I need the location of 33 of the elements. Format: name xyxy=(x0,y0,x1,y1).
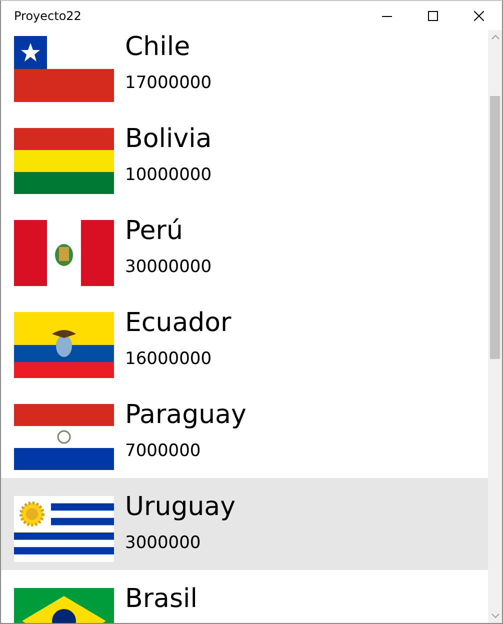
scroll-down-icon[interactable] xyxy=(490,613,500,619)
country-name: Perú xyxy=(125,215,184,248)
flag-icon xyxy=(14,312,114,378)
scrollbar-thumb[interactable] xyxy=(490,96,500,359)
population: 10000000 xyxy=(125,164,212,186)
scroll-up-icon[interactable] xyxy=(490,34,500,40)
country-name: Ecuador xyxy=(125,307,232,340)
country-name: Chile xyxy=(125,31,192,64)
population: 30000000 xyxy=(125,256,212,278)
population: 16000000 xyxy=(125,348,213,370)
window-title: Proyecto22 xyxy=(13,8,82,22)
country-name: Brasil xyxy=(125,583,198,616)
list-item[interactable]: Brasil xyxy=(1,570,488,623)
country-name: Paraguay xyxy=(125,399,246,432)
list-item[interactable]: Chile 17000000 xyxy=(1,30,488,110)
close-icon xyxy=(474,10,484,20)
list-item[interactable]: Bolivia 10000000 xyxy=(1,110,488,202)
list-item[interactable]: Uruguay 3000000 xyxy=(1,478,488,570)
population: 7000000 xyxy=(125,440,202,462)
flag-icon xyxy=(14,220,114,286)
scrollbar[interactable] xyxy=(488,30,502,623)
maximize-icon xyxy=(428,10,438,20)
list-item[interactable]: Ecuador 16000000 xyxy=(1,294,488,386)
flag-icon xyxy=(14,36,114,102)
country-name: Uruguay xyxy=(125,491,236,524)
population: 3000000 xyxy=(125,532,202,554)
population: 17000000 xyxy=(125,72,212,94)
list-item[interactable]: Paraguay 7000000 xyxy=(1,386,488,478)
list-item[interactable]: Perú 30000000 xyxy=(1,202,488,294)
flag-icon xyxy=(14,404,114,470)
flag-icon xyxy=(14,128,114,194)
flag-icon xyxy=(14,496,114,562)
country-name: Bolivia xyxy=(125,123,212,156)
